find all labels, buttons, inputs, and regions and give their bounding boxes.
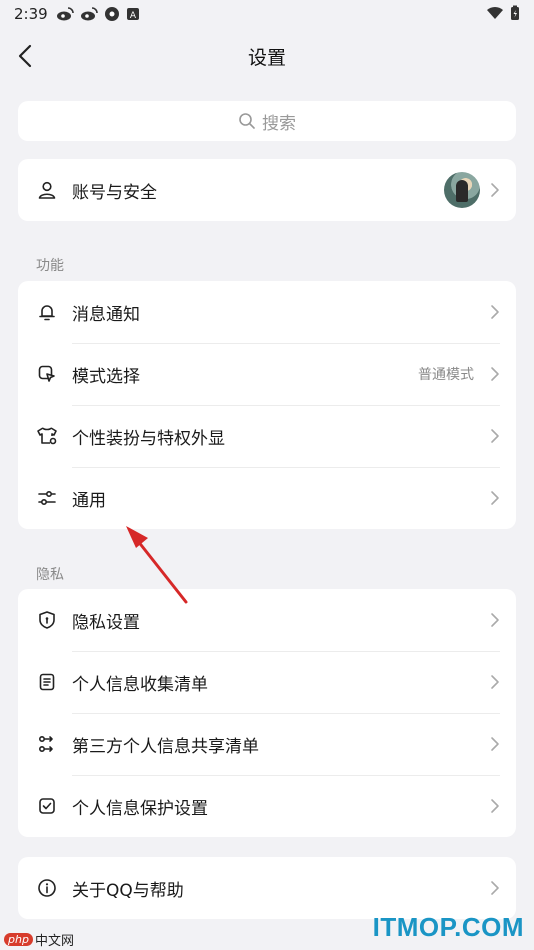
chevron-right-icon [491,675,499,689]
chevron-right-icon [491,613,499,627]
info-protection-label: 个人信息保护设置 [72,798,208,819]
search-placeholder: 搜索 [262,113,296,134]
chevron-right-icon [491,183,499,197]
battery-icon [511,5,519,20]
user-icon [36,179,58,201]
wifi-icon [487,6,503,19]
info-collection-label: 个人信息收集清单 [72,674,208,695]
chevron-right-icon [491,305,499,319]
php-badge: php [4,933,33,946]
general-label: 通用 [72,490,106,511]
info-protection-row[interactable]: 个人信息保护设置 [18,775,516,837]
itmop-watermark: ITMOP.COM [372,912,524,942]
account-card: 账号与安全 [18,159,516,221]
share-nodes-icon [36,733,58,755]
section-header-features: 功能 [36,258,64,274]
about-help-row[interactable]: 关于QQ与帮助 [18,857,516,919]
status-bar: 2:39 A [0,0,534,28]
document-icon [36,671,58,693]
general-row[interactable]: 通用 [18,467,516,529]
chevron-right-icon [491,737,499,751]
chevron-right-icon [491,881,499,895]
search-bar[interactable]: 搜索 [18,101,516,141]
chevron-right-icon [491,429,499,443]
privacy-settings-label: 隐私设置 [72,612,140,633]
mode-select-row[interactable]: 模式选择 普通模式 [18,343,516,405]
status-time: 2:39 [14,5,48,23]
third-party-sharing-row[interactable]: 第三方个人信息共享清单 [18,713,516,775]
mode-select-label: 模式选择 [72,366,140,387]
info-collection-row[interactable]: 个人信息收集清单 [18,651,516,713]
section-header-privacy: 隐私 [36,567,64,583]
privacy-settings-row[interactable]: 隐私设置 [18,589,516,651]
chevron-right-icon [491,799,499,813]
sliders-icon [36,487,58,509]
mode-icon [36,363,58,385]
features-card: 消息通知 模式选择 普通模式 个性装扮与特权外显 通用 [18,281,516,529]
about-help-label: 关于QQ与帮助 [72,880,184,901]
personalization-row[interactable]: 个性装扮与特权外显 [18,405,516,467]
info-icon [36,877,58,899]
svg-text:A: A [130,11,137,21]
back-button[interactable] [12,42,38,70]
aperture-icon [104,7,119,21]
nav-bar: 设置 [0,30,534,82]
account-security-row[interactable]: 账号与安全 [18,159,516,221]
tshirt-icon [36,425,58,447]
search-icon [239,113,255,129]
page-title: 设置 [247,46,286,69]
cn-label: 中文网 [34,934,74,949]
account-security-label: 账号与安全 [72,182,157,203]
chevron-right-icon [491,491,499,505]
mode-select-value: 普通模式 [418,367,474,383]
chevron-left-icon [18,44,32,68]
bell-icon [36,301,58,323]
shield-icon [36,609,58,631]
avatar [444,172,480,208]
message-notification-label: 消息通知 [72,304,140,325]
about-card: 关于QQ与帮助 [18,857,516,919]
weibo-icon [56,7,74,21]
php-cn-watermark: php 中文网 [4,930,74,949]
privacy-card: 隐私设置 个人信息收集清单 第三方个人信息共享清单 个人信息保护设置 [18,589,516,837]
third-party-sharing-label: 第三方个人信息共享清单 [72,736,259,757]
checkbox-icon [36,795,58,817]
annotation-arrow [126,526,188,604]
app-a-icon: A [126,8,139,21]
weibo-icon [80,7,98,21]
message-notification-row[interactable]: 消息通知 [18,281,516,343]
personalization-label: 个性装扮与特权外显 [72,428,225,449]
chevron-right-icon [491,367,499,381]
